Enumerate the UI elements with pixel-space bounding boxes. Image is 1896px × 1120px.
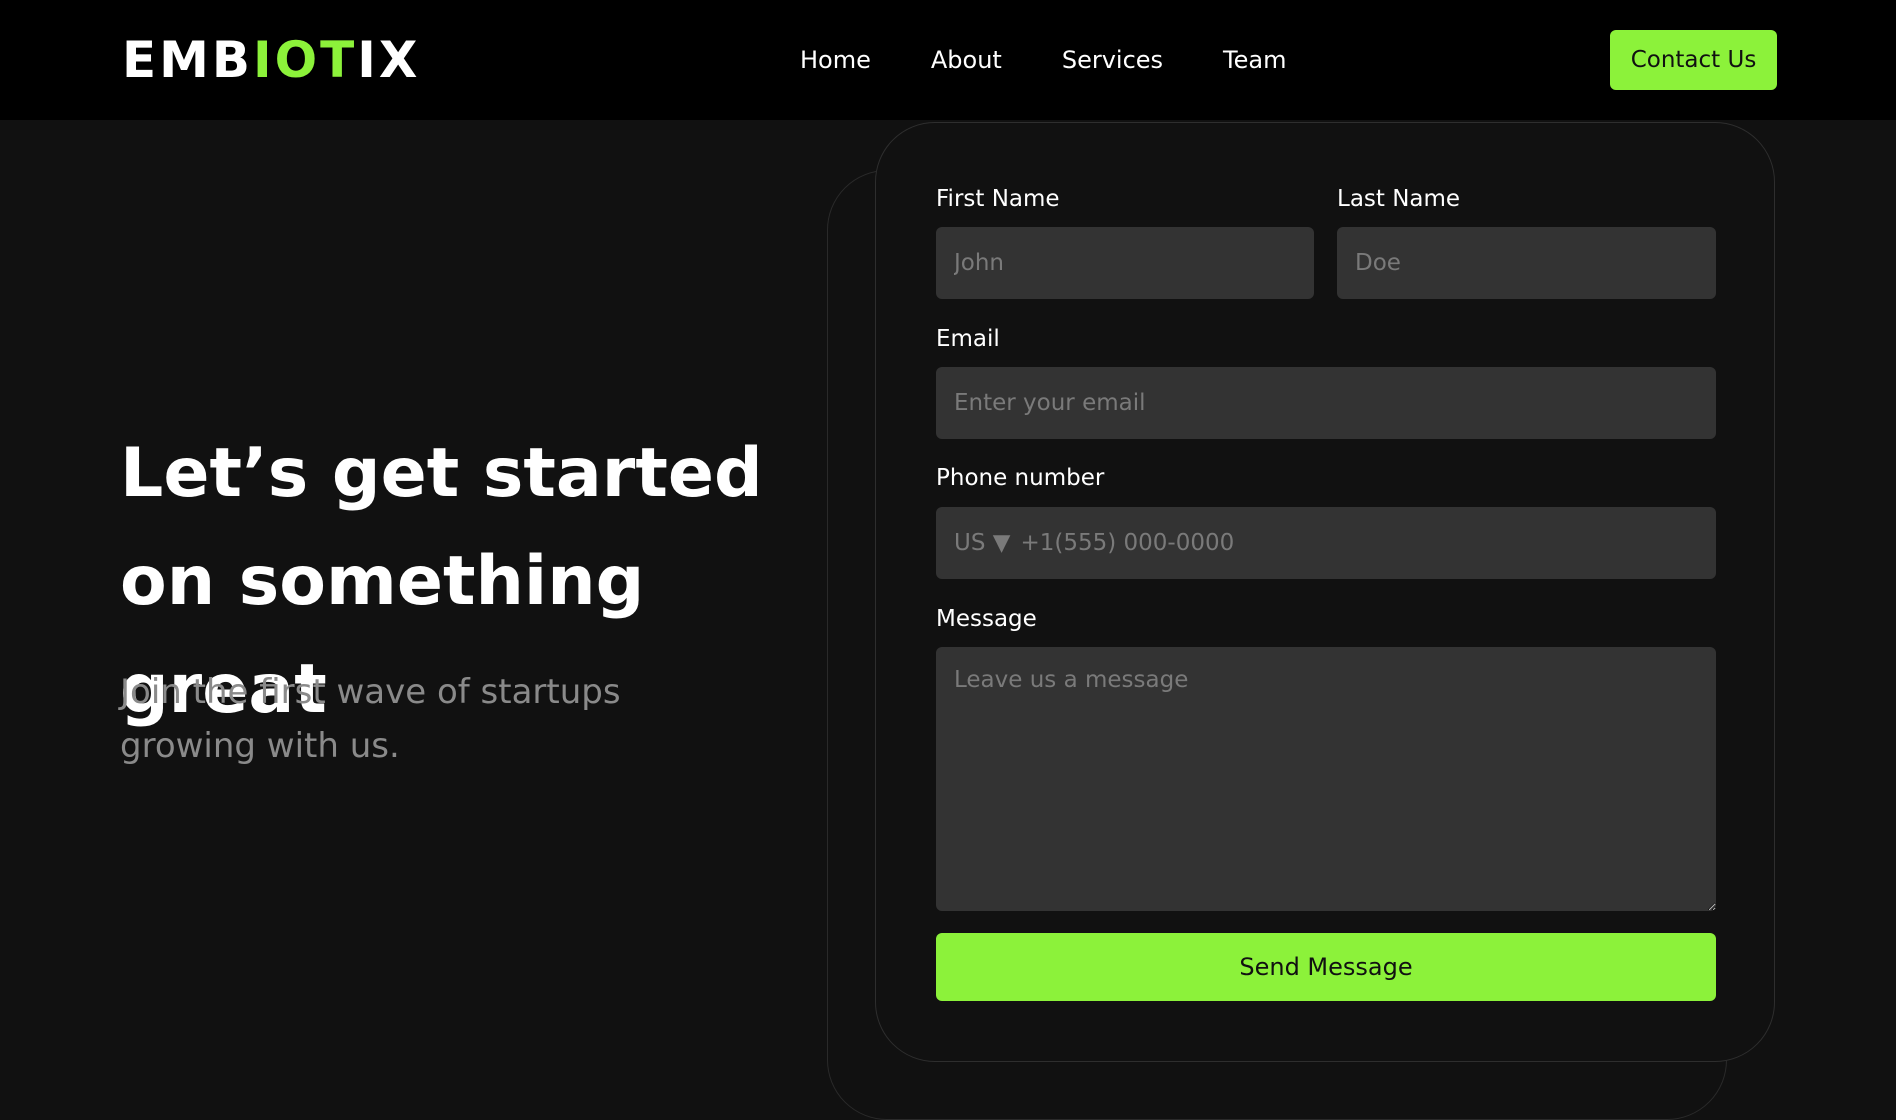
- email-label: Email: [936, 326, 1000, 352]
- country-code-select[interactable]: US ▼: [954, 530, 1010, 556]
- logo-text-part3: IX: [357, 31, 421, 89]
- message-label: Message: [936, 606, 1037, 632]
- top-navbar: EMB IOT IX Home About Services Team Contac…: [0, 0, 1896, 120]
- nav-link-home[interactable]: Home: [800, 40, 871, 80]
- phone-number-input[interactable]: [1010, 507, 1698, 579]
- contact-us-button[interactable]: Contact Us: [1610, 30, 1777, 90]
- nav-link-team[interactable]: Team: [1223, 40, 1286, 80]
- embiotix-logo[interactable]: EMB IOT IX: [122, 31, 421, 89]
- nav-link-services[interactable]: Services: [1062, 40, 1163, 80]
- logo-text-part1: EMB: [122, 31, 254, 89]
- first-name-label: First Name: [936, 186, 1060, 212]
- hero-subheading: Join the first wave of startups growing …: [120, 672, 621, 766]
- phone-number-field: US ▼: [936, 507, 1716, 579]
- last-name-label: Last Name: [1337, 186, 1461, 212]
- last-name-input[interactable]: [1337, 227, 1716, 299]
- phone-number-label: Phone number: [936, 465, 1105, 491]
- logo-text-part2: IOT: [253, 31, 358, 89]
- message-textarea[interactable]: [936, 647, 1716, 911]
- send-message-button[interactable]: Send Message: [936, 933, 1716, 1001]
- nav-links: Home About Services Team: [800, 40, 1286, 80]
- first-name-input[interactable]: [936, 227, 1314, 299]
- email-input[interactable]: [936, 367, 1716, 439]
- nav-link-about[interactable]: About: [931, 40, 1002, 80]
- contact-form-card: First Name Last Name Email Phone number …: [875, 122, 1775, 1062]
